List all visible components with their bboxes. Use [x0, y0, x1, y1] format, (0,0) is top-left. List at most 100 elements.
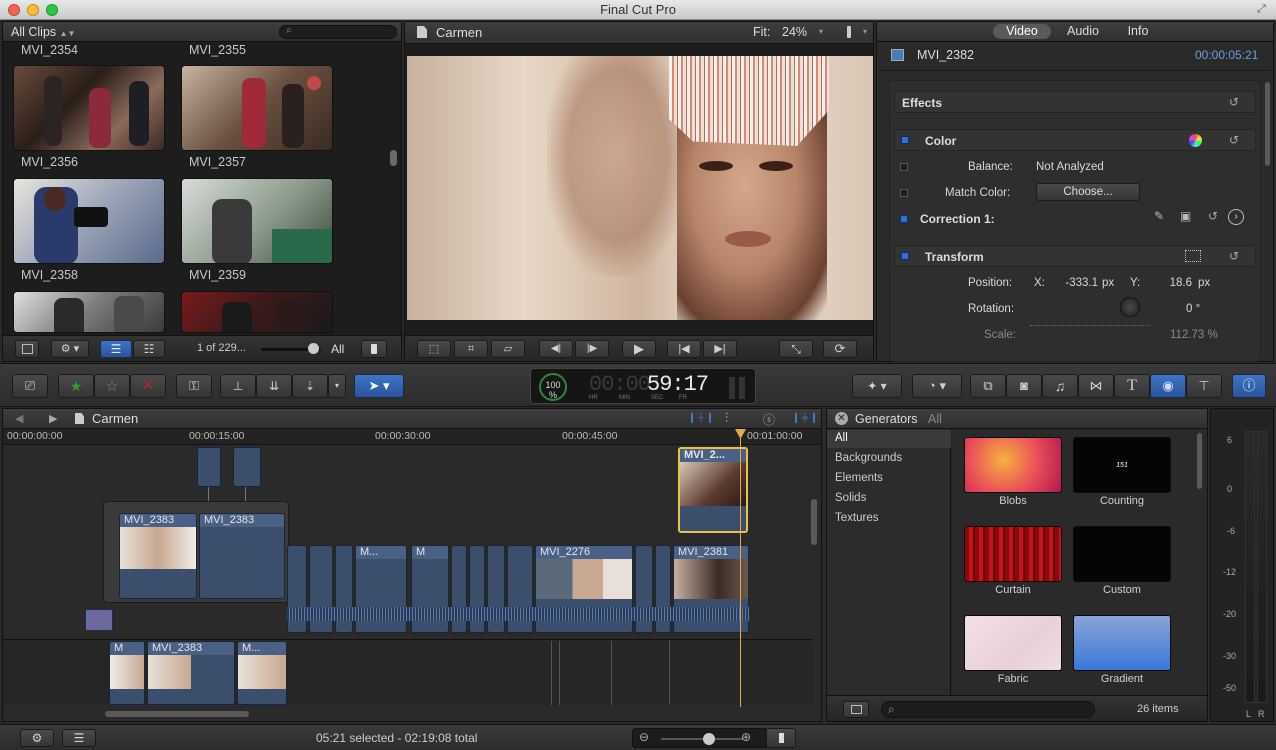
timeline-vscroll[interactable]	[811, 499, 817, 545]
generator-scrollbar[interactable]	[1197, 433, 1202, 489]
rotation-value[interactable]: 0 °	[1186, 303, 1200, 315]
slider-knob[interactable]	[308, 343, 319, 354]
next-frame-button[interactable]: |▶	[575, 340, 609, 358]
inspector-toggle-button[interactable]: ⓘ	[1232, 374, 1266, 398]
clip-appearance-button[interactable]	[361, 340, 387, 358]
action-menu-button[interactable]: ⚙ ▾	[51, 340, 89, 358]
toggle-sidebar-button[interactable]	[843, 701, 869, 718]
previous-frame-button[interactable]: ◀|	[539, 340, 573, 358]
clip-thumbnail[interactable]	[13, 291, 165, 333]
tab-info[interactable]: Info	[1123, 24, 1153, 39]
view-options-icon[interactable]	[847, 26, 851, 38]
unrate-button[interactable]: ☆	[94, 374, 130, 398]
audio-clip[interactable]	[85, 609, 113, 631]
color-enable-checkbox[interactable]	[901, 136, 909, 144]
go-to-color-board-icon[interactable]: ›	[1228, 209, 1244, 225]
forward-icon[interactable]: ▶	[49, 412, 57, 425]
keyword-button[interactable]: ⚿	[176, 374, 212, 398]
reset-icon[interactable]: ↺	[1229, 249, 1239, 263]
scale-value[interactable]: 112.73 %	[1170, 329, 1218, 341]
clip-thumbnail[interactable]	[13, 65, 165, 151]
edit-options-dropdown[interactable]: ▾	[328, 374, 346, 398]
go-to-end-button[interactable]: ▶|	[703, 340, 737, 358]
timeline-clip[interactable]: MVI_2383	[147, 641, 235, 705]
skimming-toggle-icon[interactable]: ┼	[691, 413, 711, 423]
selected-clip[interactable]: MVI_2...	[678, 447, 748, 533]
category-elements[interactable]: Elements	[835, 472, 883, 484]
correction-enable-checkbox[interactable]	[900, 215, 908, 223]
audio-skimming-icon[interactable]: ⫶	[725, 410, 728, 426]
camera-icon[interactable]: ▣	[1180, 209, 1191, 223]
timeline-clip[interactable]: M...	[237, 641, 287, 705]
enhancements-button[interactable]: ✦ ▾	[852, 374, 902, 398]
photos-browser-button[interactable]: ◙	[1006, 374, 1042, 398]
clip-thumbnail[interactable]	[13, 178, 165, 264]
category-backgrounds[interactable]: Backgrounds	[835, 452, 902, 464]
timeline-hscroll[interactable]	[105, 711, 249, 717]
connected-clip[interactable]	[197, 447, 221, 487]
import-media-button[interactable]: ⎚	[12, 374, 48, 398]
timeline-ruler[interactable]: 00:00:00:00 00:00:15:00 00:00:30:00 00:0…	[3, 429, 821, 445]
magic-wand-icon[interactable]: ✎	[1154, 209, 1164, 223]
zoom-dropdown-icon[interactable]: ▾	[819, 27, 823, 36]
favorite-button[interactable]: ★	[58, 374, 94, 398]
match-color-checkbox[interactable]	[900, 189, 908, 197]
back-icon[interactable]: ◀	[15, 412, 23, 425]
reset-icon[interactable]: ↺	[1208, 209, 1218, 223]
generator-thumbnail[interactable]	[964, 437, 1062, 493]
reject-button[interactable]: ✕	[130, 374, 166, 398]
clip-appearance-button[interactable]	[766, 728, 796, 748]
music-browser-button[interactable]: ♫	[1042, 374, 1078, 398]
category-textures[interactable]: Textures	[835, 512, 878, 524]
category-solids[interactable]: Solids	[835, 492, 866, 504]
timeline-clip[interactable]: MVI_2383	[199, 513, 285, 599]
fullscreen-play-button[interactable]: ⤡	[779, 340, 813, 358]
zoom-out-icon[interactable]: ⊖	[639, 730, 649, 744]
generator-thumbnail[interactable]	[964, 526, 1062, 582]
loop-button[interactable]: ⟳	[823, 340, 857, 358]
position-x-value[interactable]: -333.1	[1062, 277, 1098, 289]
add-color-correction-icon[interactable]	[1189, 134, 1202, 147]
transitions-browser-button[interactable]: ⋈	[1078, 374, 1114, 398]
distort-button[interactable]: ▱	[491, 340, 525, 358]
retime-button[interactable]: ◔ ▾	[912, 374, 962, 398]
inspector-scrollbar[interactable]	[1265, 82, 1270, 166]
show-libraries-button[interactable]	[15, 340, 39, 358]
play-button[interactable]: ▶	[622, 340, 656, 358]
reset-icon[interactable]: ↺	[1229, 95, 1239, 109]
timeline-index-button[interactable]: ⚙	[20, 729, 54, 747]
go-to-start-button[interactable]: |◀	[667, 340, 701, 358]
zoom-in-icon[interactable]: ⊕	[741, 730, 751, 744]
onscreen-controls-icon[interactable]	[1185, 250, 1201, 262]
timeline-clip[interactable]: MVI_2383	[119, 513, 197, 599]
background-tasks-indicator[interactable]: 100%	[539, 373, 567, 401]
zoom-slider-knob[interactable]	[703, 733, 715, 745]
crop-button[interactable]: ⌗	[454, 340, 488, 358]
zoom-slider[interactable]	[661, 738, 743, 740]
scale-slider[interactable]	[1030, 325, 1150, 326]
clip-thumbnail[interactable]	[181, 65, 333, 151]
view-options-dropdown-icon[interactable]: ▾	[863, 27, 867, 36]
transform-enable-checkbox[interactable]	[901, 252, 909, 260]
choose-button[interactable]: Choose...	[1036, 183, 1140, 201]
themes-browser-button[interactable]: ⊤	[1186, 374, 1222, 398]
generator-search-field[interactable]: ⌕	[881, 701, 1095, 718]
playhead[interactable]	[740, 431, 741, 707]
transform-button[interactable]: ⬚	[417, 340, 451, 358]
balance-checkbox[interactable]	[900, 163, 908, 171]
insert-clip-button[interactable]: ⇊	[256, 374, 292, 398]
position-y-value[interactable]: 18.6	[1162, 277, 1192, 289]
titles-browser-button[interactable]: T	[1114, 374, 1150, 398]
generator-thumbnail[interactable]	[1073, 526, 1171, 582]
tab-audio[interactable]: Audio	[1065, 24, 1101, 39]
close-window-button[interactable]	[8, 4, 20, 16]
zoom-window-button[interactable]	[46, 4, 58, 16]
zoom-value[interactable]: 24%	[782, 25, 807, 39]
append-clip-button[interactable]: ⇣	[292, 374, 328, 398]
viewer-canvas[interactable]	[407, 56, 873, 320]
generator-thumbnail[interactable]: 151	[1073, 437, 1171, 493]
effects-browser-button[interactable]: ⧉	[970, 374, 1006, 398]
tab-video[interactable]: Video	[993, 24, 1051, 39]
category-all[interactable]: All	[835, 432, 848, 444]
browser-search-field[interactable]: ⌕	[279, 25, 397, 39]
